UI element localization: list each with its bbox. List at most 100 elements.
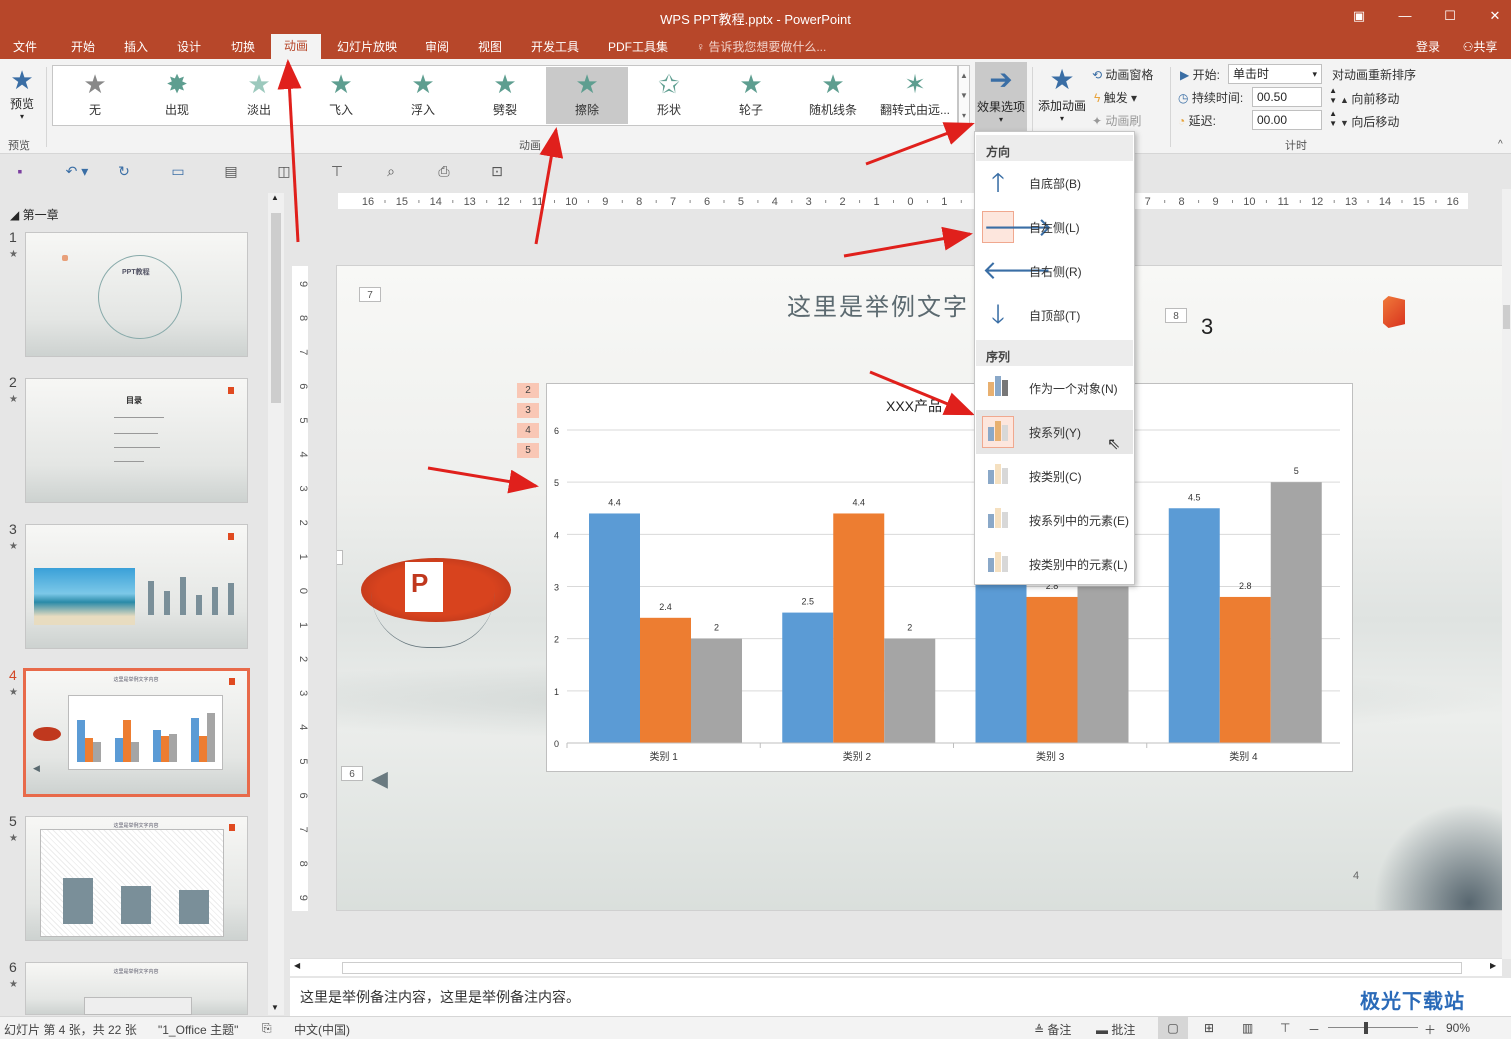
- bar-mark[interactable]: [1219, 596, 1271, 743]
- anim-grow-turn[interactable]: ✶ 翻转式由远...: [874, 67, 956, 124]
- tab-file[interactable]: 文件: [6, 37, 44, 59]
- spinner-icon[interactable]: ▲ ▼: [1329, 86, 1337, 106]
- scroll-down-icon[interactable]: ▼: [271, 1003, 279, 1012]
- slide-thumbnail-2[interactable]: 目录: [25, 378, 248, 503]
- tab-insert[interactable]: 插入: [117, 37, 155, 59]
- sequence-by-element-in-category[interactable]: 按类别中的元素(L): [976, 542, 1133, 586]
- arrow-left-icon[interactable]: ◀: [371, 766, 388, 792]
- anim-none[interactable]: ★ 无: [54, 67, 136, 124]
- zoom-slider-thumb[interactable]: [1364, 1022, 1368, 1034]
- move-earlier-button[interactable]: ▲ 向前移动: [1340, 90, 1399, 107]
- animation-tag[interactable]: 5: [517, 443, 539, 458]
- tab-review[interactable]: 审阅: [418, 37, 456, 59]
- delay-input[interactable]: 00.00 ▲ ▼: [1252, 109, 1337, 130]
- bar-mark[interactable]: [1026, 596, 1078, 743]
- animation-tag[interactable]: 8: [1165, 308, 1187, 323]
- tab-transitions[interactable]: 切换: [224, 37, 262, 59]
- slide-thumbnail-4[interactable]: 这里是举例文字内容 ◀: [23, 668, 250, 797]
- zoom-slider[interactable]: [1328, 1027, 1418, 1028]
- slide-thumbnail-1[interactable]: PPT教程: [25, 232, 248, 357]
- slide-title[interactable]: 这里是举例文字: [787, 287, 969, 322]
- reading-view-icon[interactable]: ▥: [1242, 1021, 1253, 1035]
- save-icon[interactable]: ▪: [10, 163, 30, 181]
- add-animation-button[interactable]: ★ 添加动画 ▾: [1036, 63, 1088, 123]
- animation-tag[interactable]: 4: [517, 423, 539, 438]
- preview-button[interactable]: ★ 预览 ▾: [4, 65, 40, 121]
- anim-wheel[interactable]: ★ 轮子: [710, 67, 792, 124]
- printer-icon[interactable]: ⎙: [434, 163, 454, 181]
- slideshow-icon[interactable]: ⊤: [1280, 1021, 1290, 1035]
- tell-me-search[interactable]: ♀ 告诉我您想要做什么...: [696, 38, 826, 55]
- thumbnails-scrollbar[interactable]: ▲ ▼: [268, 193, 284, 1015]
- animation-tag[interactable]: 3: [517, 403, 539, 418]
- section-header[interactable]: ◢ 第一章: [10, 206, 59, 223]
- sequence-by-category[interactable]: 按类别(C): [976, 454, 1133, 498]
- scroll-up-icon[interactable]: ▲: [271, 193, 279, 202]
- document-link-icon[interactable]: ⊡: [487, 163, 507, 181]
- direction-from-left[interactable]: 🡒 自左侧(L): [976, 205, 1133, 249]
- new-slide-icon[interactable]: ▭: [168, 163, 188, 181]
- tab-view[interactable]: 视图: [471, 37, 509, 59]
- horizontal-scrollbar[interactable]: ◀ ▶: [290, 958, 1502, 976]
- animation-tag[interactable]: 1: [337, 550, 343, 565]
- animation-tag[interactable]: 6: [341, 766, 363, 781]
- bar-mark[interactable]: [1270, 482, 1322, 743]
- tab-developer[interactable]: 开发工具: [524, 37, 586, 59]
- direction-from-bottom[interactable]: 🡑 自底部(B): [976, 161, 1133, 205]
- tab-design[interactable]: 设计: [170, 37, 208, 59]
- tab-slideshow[interactable]: 幻灯片放映: [332, 37, 402, 59]
- share-button[interactable]: ⚇共享: [1455, 37, 1505, 59]
- anim-fly-in[interactable]: ★ 飞入: [300, 67, 382, 124]
- anim-wipe[interactable]: ★ 擦除: [546, 67, 628, 124]
- layout-icon[interactable]: ▤: [221, 163, 241, 181]
- trigger-button[interactable]: ϟ 触发 ▾: [1094, 89, 1137, 106]
- collapse-ribbon-icon[interactable]: ^: [1498, 139, 1503, 150]
- notes-pane[interactable]: 这里是举例备注内容，这里是举例备注内容。: [290, 978, 1511, 1016]
- tab-home[interactable]: 开始: [64, 37, 102, 59]
- duration-input[interactable]: 00.50 ▲ ▼: [1252, 86, 1337, 107]
- bar-mark[interactable]: [1077, 586, 1129, 744]
- tab-pdf-tools[interactable]: PDF工具集: [602, 37, 674, 59]
- spinner-icon[interactable]: ▲ ▼: [1329, 109, 1337, 129]
- number-text[interactable]: 3: [1201, 314, 1213, 340]
- anim-random-bars[interactable]: ★ 随机线条: [792, 67, 874, 124]
- direction-from-top[interactable]: 🡓 自顶部(T): [976, 293, 1133, 337]
- sequence-as-one-object[interactable]: 作为一个对象(N): [976, 366, 1133, 410]
- gallery-scroll[interactable]: ▲ ▼ ▾: [958, 65, 970, 126]
- bar-mark[interactable]: [589, 513, 640, 743]
- present-icon[interactable]: ◫: [274, 163, 294, 181]
- scroll-thumb[interactable]: [342, 962, 1462, 974]
- notes-button[interactable]: ≜ 备注: [1034, 1021, 1071, 1038]
- animation-pane-button[interactable]: ⟲ 动画窗格: [1092, 66, 1153, 83]
- anim-fade[interactable]: ★ 淡出: [218, 67, 300, 124]
- direction-from-right[interactable]: 🡐 自右侧(R): [976, 249, 1133, 293]
- slide-thumbnail-3[interactable]: [25, 524, 248, 649]
- ribbon-display-icon[interactable]: ▣: [1344, 6, 1374, 26]
- bar-mark[interactable]: [833, 513, 885, 743]
- scroll-left-icon[interactable]: ◀: [294, 961, 300, 970]
- animation-tag[interactable]: 7: [359, 287, 381, 302]
- effect-options-button[interactable]: ➔ 效果选项 ▾: [975, 62, 1027, 132]
- bar-mark[interactable]: [884, 638, 936, 743]
- print-preview-icon[interactable]: ⌕: [381, 163, 401, 181]
- bar-mark[interactable]: [1168, 508, 1220, 743]
- slide-thumbnail-6[interactable]: 这里是举例文字内容: [25, 962, 248, 1015]
- bar-mark[interactable]: [782, 612, 834, 743]
- move-later-button[interactable]: ▼ 向后移动: [1340, 113, 1399, 130]
- animation-tag[interactable]: 2: [517, 383, 539, 398]
- start-select[interactable]: 单击时 ▾: [1228, 64, 1322, 84]
- redo-icon[interactable]: ↻: [114, 163, 134, 181]
- anim-float-in[interactable]: ★ 浮入: [382, 67, 464, 124]
- scroll-thumb[interactable]: [1503, 305, 1510, 329]
- zoom-in-icon[interactable]: ＋: [1424, 1021, 1436, 1038]
- scroll-right-icon[interactable]: ▶: [1490, 961, 1496, 970]
- language[interactable]: 中文(中国): [294, 1021, 350, 1038]
- tab-animations[interactable]: 动画: [271, 34, 321, 59]
- chart[interactable]: XXX产品 4.42.422.54.423.52.834.52.85012345…: [546, 383, 1353, 772]
- login-link[interactable]: 登录: [1410, 37, 1446, 59]
- comments-button[interactable]: ▬ 批注: [1096, 1021, 1135, 1038]
- scroll-thumb[interactable]: [271, 213, 281, 403]
- anim-shape[interactable]: ✩ 形状: [628, 67, 710, 124]
- normal-view-icon[interactable]: ▢: [1158, 1017, 1188, 1039]
- minimize-button[interactable]: —: [1390, 6, 1420, 26]
